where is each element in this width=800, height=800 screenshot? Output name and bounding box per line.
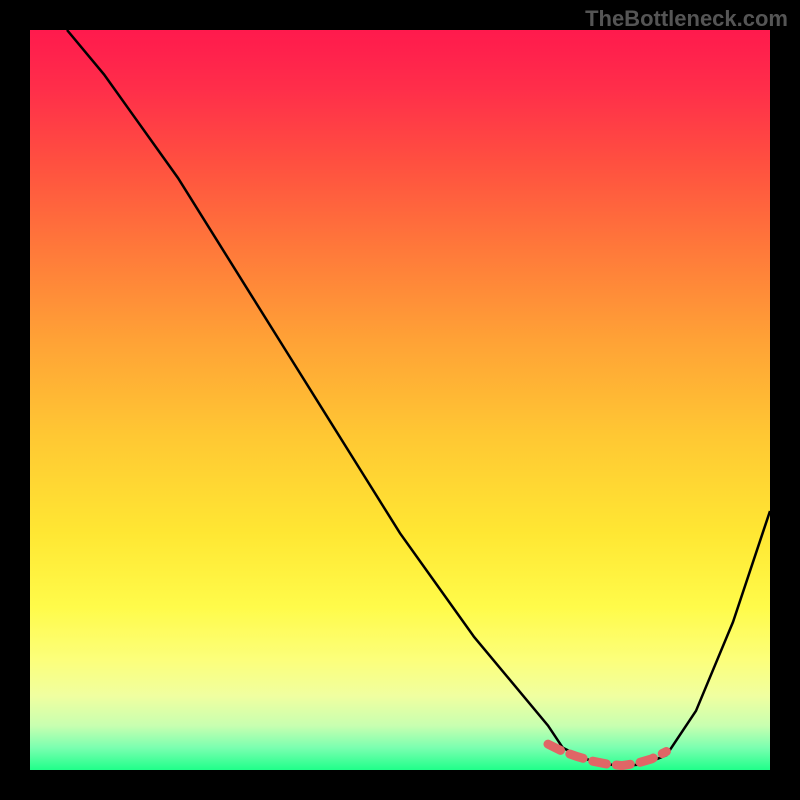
- chart-svg: [30, 30, 770, 770]
- watermark-text: TheBottleneck.com: [585, 6, 788, 32]
- chart-plot-area: [30, 30, 770, 770]
- bottleneck-curve-path: [67, 30, 770, 766]
- optimal-highlight-path: [548, 744, 666, 766]
